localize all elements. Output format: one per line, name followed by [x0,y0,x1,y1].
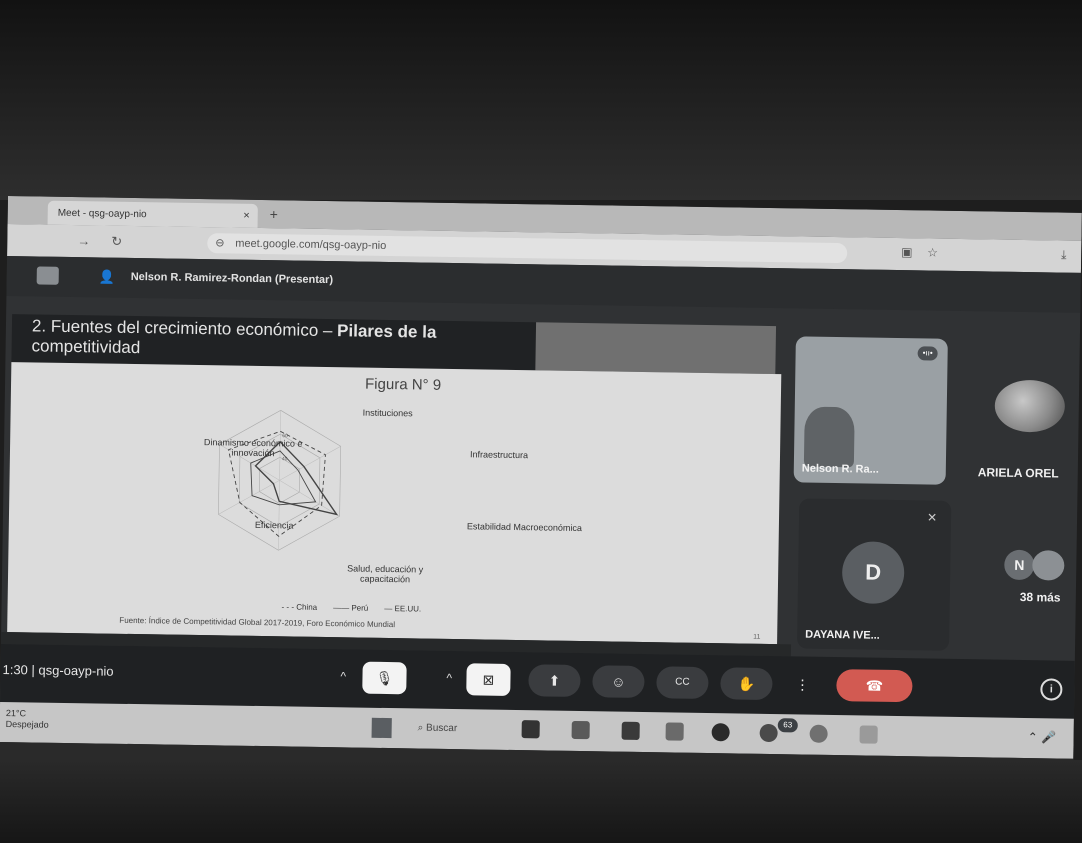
axis-label-dinamismo: Dinamismo económico e innovación [203,437,303,459]
audio-level-icon: •ıı• [917,346,938,361]
meeting-info-icon[interactable]: i [1040,678,1063,701]
participant-name: DAYANA IVE... [805,628,880,642]
axis-label-eficiencia: Eficiencia [254,519,294,531]
slide-title-line2: competitividad [31,336,141,358]
slide-page-number: 11 [753,633,761,641]
video-options-caret[interactable]: ^ [446,671,452,685]
monitor-bezel-bottom [0,760,1082,843]
radar-spoke [278,480,280,551]
axis-label-salud: Salud, educación y capacitación [347,563,424,585]
lock-icon: ⊖ [215,237,225,250]
opera-icon[interactable] [711,723,730,742]
feedback-icon[interactable] [859,725,878,744]
weather-desc: Despejado [5,719,49,730]
outlook-icon[interactable] [665,722,684,741]
raise-hand-button[interactable]: ✋ [720,667,773,701]
more-participants-initial[interactable]: N [1004,549,1035,581]
presenter-icon: 👤 [98,269,116,285]
axis-label-instituciones: Instituciones [362,407,413,419]
radar-chart: 6040 [218,409,342,551]
participant-video [803,406,855,468]
download-icon[interactable]: ⤓ [1061,248,1067,263]
legend-item: - - - China [281,602,318,612]
present-screen-button[interactable]: ⬆ [528,664,581,698]
monitor-bezel-top [0,0,1082,200]
forward-icon[interactable]: → [77,233,90,248]
figure-caption: Figura N° 9 [364,375,442,394]
chrome-icon[interactable] [809,724,828,743]
more-participants-avatar[interactable] [1032,550,1065,581]
participant-initial: D [841,541,905,605]
legend-item: —— Perú [333,603,369,613]
participant-tile-dayana[interactable]: ✕ D DAYANA IVE... [796,498,952,651]
new-tab-button[interactable]: + [270,206,278,222]
url-text: meet.google.com/qsg-oayp-nio [235,237,387,252]
more-participants-label[interactable]: 38 más [1020,590,1061,605]
camera-toggle-button[interactable]: ⊠ [466,663,511,696]
radar-spoke [218,480,280,515]
end-call-button[interactable]: ☎ [836,669,913,703]
meet-logo-icon [36,266,59,285]
axis-label-estabilidad: Estabilidad Macroeconómica [466,521,582,534]
axis-label-infraestructura: Infraestructura [469,449,529,461]
weather-temp: 21°C [5,708,27,719]
store-icon[interactable] [621,721,640,740]
audio-options-caret[interactable]: ^ [340,669,346,683]
weather-widget[interactable]: 21°C Despejado [6,708,49,731]
more-options-button[interactable]: ⋮ [784,668,820,701]
tab-title: Meet - qsg-oayp-nio [57,207,147,220]
tab-close-icon[interactable]: × [243,210,250,222]
slide-body [7,362,782,645]
file-explorer-icon[interactable] [571,720,590,740]
meeting-time-code: 1:30 | qsg-oayp-nio [2,661,114,679]
participant-name: Nelson R. Ra... [801,462,879,476]
slide-title-bold: Pilares de la [336,321,437,342]
slide-title: 2. Fuentes del crecimiento económico – P… [31,316,437,358]
notification-badge: 63 [777,718,798,733]
taskbar-search[interactable]: ⌕ Buscar [418,719,502,740]
reload-icon[interactable]: ↻ [111,234,122,250]
whatsapp-icon[interactable] [759,723,778,743]
monitor-screen: Meet - qsg-oayp-nio × + → ↻ ⊖ meet.googl… [0,196,1082,783]
legend-item: — EE.UU. [384,603,422,614]
slide-accent-band [535,322,777,375]
start-menu-icon[interactable] [371,717,392,739]
participant-tile-nelson[interactable]: •ıı• Nelson R. Ra... [793,336,948,485]
emoji-reaction-button[interactable]: ☺ [592,665,645,699]
captions-button[interactable]: CC [656,666,709,700]
browser-tab[interactable]: Meet - qsg-oayp-nio × [47,200,258,228]
task-view-icon[interactable] [521,720,540,739]
presenter-name: Nelson R. Ramirez-Rondan (Presentar) [130,270,334,287]
mic-toggle-button[interactable]: 🎙 [362,661,407,695]
address-bar[interactable]: ⊖ meet.google.com/qsg-oayp-nio [207,233,848,264]
participant-avatar-ariela[interactable] [994,379,1066,433]
system-tray-icons[interactable]: ⌃ 🎤 [1028,730,1057,744]
bookmark-star-icon[interactable]: ☆ [927,245,938,259]
participant-name-ariela: ARIELA OREL [977,465,1059,481]
install-app-icon[interactable]: ▣ [901,245,913,259]
mic-off-icon: ✕ [926,510,938,525]
